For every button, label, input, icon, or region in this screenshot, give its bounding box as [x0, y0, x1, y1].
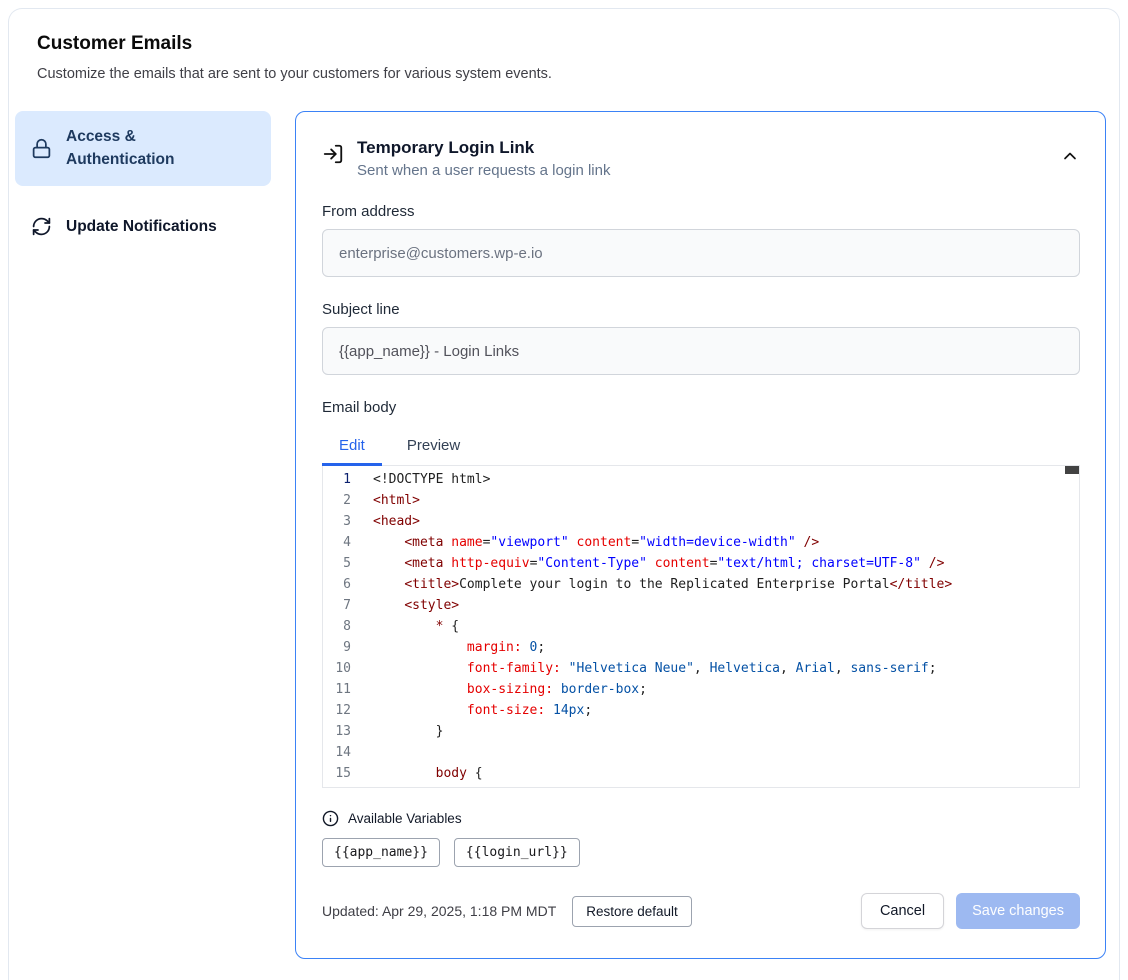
- code-line[interactable]: 9 margin: 0;: [323, 637, 1079, 658]
- lock-icon: [31, 138, 52, 159]
- sync-icon: [31, 216, 52, 237]
- content-row: Access & Authentication Update Notificat…: [15, 111, 1106, 959]
- sidebar: Access & Authentication Update Notificat…: [15, 111, 271, 251]
- code-line[interactable]: 6 <title>Complete your login to the Repl…: [323, 574, 1079, 595]
- code-line[interactable]: 5 <meta http-equiv="Content-Type" conten…: [323, 553, 1079, 574]
- restore-default-button[interactable]: Restore default: [572, 896, 692, 927]
- code-editor[interactable]: 1<!DOCTYPE html>2<html>3<head>4 <meta na…: [322, 466, 1080, 788]
- line-number: 13: [323, 721, 351, 742]
- editor-tabs: Edit Preview: [322, 429, 1080, 466]
- collapse-section-button[interactable]: [1060, 146, 1080, 166]
- code-line[interactable]: 13 }: [323, 721, 1079, 742]
- email-template-panel: Temporary Login Link Sent when a user re…: [295, 111, 1106, 959]
- line-number: 12: [323, 700, 351, 721]
- tab-edit[interactable]: Edit: [322, 429, 382, 465]
- info-icon[interactable]: [322, 810, 339, 827]
- code-line[interactable]: 2<html>: [323, 490, 1079, 511]
- email-body-label: Email body: [322, 399, 1080, 416]
- panel-subtitle: Sent when a user requests a login link: [357, 162, 610, 179]
- sidebar-item-label: Update Notifications: [66, 216, 217, 238]
- sidebar-item-update-notifications[interactable]: Update Notifications: [15, 202, 271, 252]
- code-line[interactable]: 7 <style>: [323, 595, 1079, 616]
- subject-line-label: Subject line: [322, 301, 1080, 318]
- updated-timestamp: Updated: Apr 29, 2025, 1:18 PM MDT: [322, 903, 556, 919]
- line-number: 4: [323, 532, 351, 553]
- line-number: 14: [323, 742, 351, 763]
- line-number: 6: [323, 574, 351, 595]
- page-card: Customer Emails Customize the emails tha…: [8, 8, 1120, 980]
- panel-header: Temporary Login Link Sent when a user re…: [322, 138, 1080, 179]
- code-line[interactable]: 11 box-sizing: border-box;: [323, 679, 1079, 700]
- code-line[interactable]: 4 <meta name="viewport" content="width=d…: [323, 532, 1079, 553]
- code-line[interactable]: 15 body {: [323, 763, 1079, 784]
- tab-preview[interactable]: Preview: [390, 429, 477, 465]
- line-number: 9: [323, 637, 351, 658]
- sidebar-item-access-authentication[interactable]: Access & Authentication: [15, 111, 271, 186]
- code-line[interactable]: 8 * {: [323, 616, 1079, 637]
- line-number: 2: [323, 490, 351, 511]
- panel-title: Temporary Login Link: [357, 138, 610, 158]
- code-line[interactable]: 16 background-color: #f6f6f6;: [323, 784, 1079, 788]
- from-address-input[interactable]: [322, 229, 1080, 277]
- page-subtitle: Customize the emails that are sent to yo…: [9, 66, 1119, 82]
- available-variables-label: Available Variables: [348, 811, 462, 826]
- line-number: 16: [323, 784, 351, 788]
- line-number: 3: [323, 511, 351, 532]
- variable-chips: {{app_name}} {{login_url}}: [322, 838, 1080, 867]
- variable-chip-login-url[interactable]: {{login_url}}: [454, 838, 580, 867]
- line-number: 11: [323, 679, 351, 700]
- line-number: 1: [323, 469, 351, 490]
- sidebar-item-label: Access & Authentication: [66, 125, 226, 172]
- log-in-icon: [322, 143, 344, 165]
- chevron-up-icon: [1060, 154, 1080, 169]
- line-number: 10: [323, 658, 351, 679]
- line-number: 7: [323, 595, 351, 616]
- code-line[interactable]: 10 font-family: "Helvetica Neue", Helvet…: [323, 658, 1079, 679]
- line-number: 8: [323, 616, 351, 637]
- variable-chip-app-name[interactable]: {{app_name}}: [322, 838, 440, 867]
- panel-titles: Temporary Login Link Sent when a user re…: [357, 138, 610, 179]
- line-number: 15: [323, 763, 351, 784]
- save-changes-button[interactable]: Save changes: [956, 893, 1080, 929]
- code-line[interactable]: 14: [323, 742, 1079, 763]
- available-variables-row: Available Variables: [322, 810, 1080, 827]
- code-line[interactable]: 3<head>: [323, 511, 1079, 532]
- editor-scrollbar[interactable]: [1065, 466, 1079, 787]
- scrollbar-thumb[interactable]: [1065, 466, 1079, 474]
- code-line[interactable]: 12 font-size: 14px;: [323, 700, 1079, 721]
- line-number: 5: [323, 553, 351, 574]
- cancel-button[interactable]: Cancel: [861, 893, 944, 929]
- code-lines: 1<!DOCTYPE html>2<html>3<head>4 <meta na…: [323, 469, 1079, 788]
- from-address-label: From address: [322, 203, 1080, 220]
- code-line[interactable]: 1<!DOCTYPE html>: [323, 469, 1079, 490]
- subject-line-input[interactable]: [322, 327, 1080, 375]
- panel-footer: Updated: Apr 29, 2025, 1:18 PM MDT Resto…: [322, 893, 1080, 929]
- page-title: Customer Emails: [9, 33, 1119, 55]
